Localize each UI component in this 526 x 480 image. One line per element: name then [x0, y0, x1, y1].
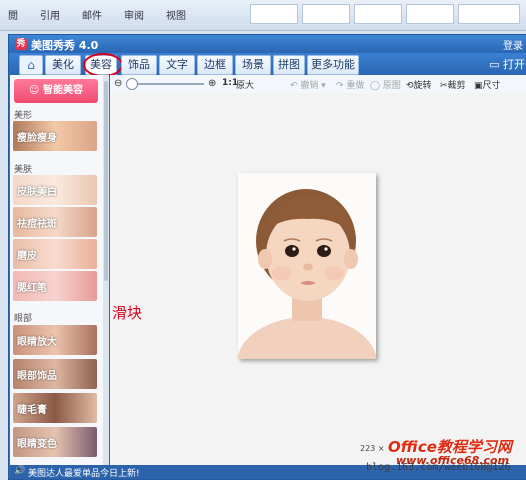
- style-swatch[interactable]: [250, 4, 298, 24]
- tab-text[interactable]: 文字: [159, 55, 195, 75]
- tab-beautify[interactable]: 美化: [45, 55, 81, 75]
- main-tabs: ⌂ 美化 美容 饰品 文字 边框 场景 拼图 更多功能 ▾ ▭ 打开: [9, 53, 526, 89]
- undo-button[interactable]: ↶ 撤销 ▾: [290, 78, 326, 91]
- style-swatch[interactable]: [354, 4, 402, 24]
- zoom-slider-handle[interactable]: [126, 78, 138, 90]
- smart-label: 智能美容: [42, 85, 83, 96]
- smart-icon: ☺: [29, 85, 43, 96]
- bg-menu-item[interactable]: 审阅: [122, 7, 146, 22]
- feature-label: 祛痘祛斑: [17, 219, 57, 230]
- style-swatch[interactable]: [458, 4, 520, 24]
- feature-eye-enlarge[interactable]: 眼睛放大: [13, 325, 97, 355]
- feature-acne[interactable]: 祛痘祛斑: [13, 207, 97, 237]
- bg-menu-item[interactable]: 引用: [38, 7, 62, 22]
- section-label: 美形: [14, 111, 33, 121]
- feature-blush[interactable]: 腮红笔: [13, 271, 97, 301]
- open-label: 打开: [503, 58, 525, 71]
- image-canvas[interactable]: [110, 93, 526, 465]
- title-bar: 秀 美图秀秀 4.0 登录: [9, 35, 526, 53]
- style-swatch[interactable]: [406, 4, 454, 24]
- scissors-icon: ✂: [440, 81, 448, 91]
- tab-scene[interactable]: 场景: [235, 55, 271, 75]
- feature-label: 皮肤美白: [17, 187, 57, 198]
- rotate-button[interactable]: ⟲旋转: [406, 78, 432, 91]
- feature-label: 瘦脸瘦身: [17, 133, 57, 144]
- baby-photo[interactable]: [238, 173, 376, 359]
- feature-label: 磨皮: [17, 251, 37, 262]
- feature-eye-color[interactable]: 眼睛变色: [13, 427, 97, 457]
- feature-whiten[interactable]: 皮肤美白: [13, 175, 97, 205]
- tab-accessories[interactable]: 饰品: [121, 55, 157, 75]
- zoom-out-icon[interactable]: ⊖: [114, 78, 122, 89]
- app-window: 秀 美图秀秀 4.0 登录 ⌂ 美化 美容 饰品 文字 边框 场景 拼图 更多功…: [8, 34, 526, 480]
- smart-beauty-button[interactable]: ☺ 智能美容: [14, 79, 98, 103]
- background-menu: 閲 引用 邮件 审阅 视图: [6, 7, 188, 22]
- crop-label: 裁剪: [447, 81, 466, 91]
- rotate-icon: ⟲: [406, 81, 414, 91]
- background-ribbon: 閲 引用 邮件 审阅 视图: [0, 0, 526, 31]
- zoom-in-icon[interactable]: ⊕: [208, 78, 216, 89]
- feature-label: 腮红笔: [17, 283, 47, 294]
- feature-slim-face[interactable]: 瘦脸瘦身: [13, 121, 97, 151]
- panel-scrollbar[interactable]: [103, 75, 109, 465]
- resize-button[interactable]: ▣尺寸: [474, 78, 501, 91]
- feature-eye-accessories[interactable]: 眼部饰品: [13, 359, 97, 389]
- feature-mascara[interactable]: 睫毛膏: [13, 393, 97, 423]
- baby-illustration: [238, 173, 376, 359]
- login-link[interactable]: 登录: [503, 37, 523, 52]
- bg-menu-item[interactable]: 视图: [164, 7, 188, 22]
- feature-label: 眼睛变色: [17, 439, 57, 450]
- rotate-label: 旋转: [413, 81, 432, 91]
- feature-panel: ☺ 智能美容 美形 瘦脸瘦身 美肤 皮肤美白 祛痘祛斑 磨皮 腮红笔 眼部 眼睛…: [10, 75, 104, 465]
- style-swatch[interactable]: [302, 4, 350, 24]
- feature-label: 眼睛放大: [17, 337, 57, 348]
- bg-menu-item[interactable]: 閲: [6, 7, 20, 22]
- tab-collage[interactable]: 拼图: [273, 55, 305, 75]
- watermark-blog: blog.163.com/weeb168@126: [366, 462, 511, 473]
- speaker-icon: 🔊: [14, 466, 26, 476]
- tab-beauty[interactable]: 美容: [85, 55, 117, 75]
- feature-smooth[interactable]: 磨皮: [13, 239, 97, 269]
- feature-label: 睫毛膏: [17, 405, 47, 416]
- scrollbar-thumb[interactable]: [104, 81, 108, 281]
- original-image-button[interactable]: ◯ 原图: [370, 78, 401, 91]
- folder-icon: ▭: [489, 58, 503, 71]
- tab-border[interactable]: 边框: [197, 55, 233, 75]
- feature-label: 眼部饰品: [17, 371, 57, 382]
- app-title: 美图秀秀 4.0: [31, 39, 99, 52]
- open-button[interactable]: ▭ 打开: [489, 56, 525, 72]
- zoom-slider[interactable]: [128, 83, 204, 85]
- home-icon[interactable]: ⌂: [19, 55, 43, 75]
- edit-toolbar: ⊖ ⊕ 1:1 原大 ↶ 撤销 ▾ ↷ 重做 ◯ 原图 ⟲旋转 ✂裁剪 ▣尺寸: [110, 75, 526, 94]
- section-label: 美肤: [14, 165, 33, 175]
- bg-menu-item[interactable]: 邮件: [80, 7, 104, 22]
- tab-more[interactable]: 更多功能 ▾: [307, 55, 359, 89]
- app-logo-icon: 秀: [15, 38, 27, 50]
- resize-icon: ▣: [474, 81, 483, 91]
- crop-button[interactable]: ✂裁剪: [440, 78, 466, 91]
- redo-button[interactable]: ↷ 重做: [336, 78, 364, 91]
- section-label: 眼部: [14, 314, 33, 324]
- image-size-readout: 223 ×: [360, 444, 385, 453]
- status-message[interactable]: 美图达人最爱单品今日上新!: [28, 466, 140, 479]
- resize-label: 尺寸: [482, 81, 501, 91]
- original-size-button[interactable]: 原大: [236, 78, 254, 91]
- slider-annotation: 滑块: [112, 304, 143, 322]
